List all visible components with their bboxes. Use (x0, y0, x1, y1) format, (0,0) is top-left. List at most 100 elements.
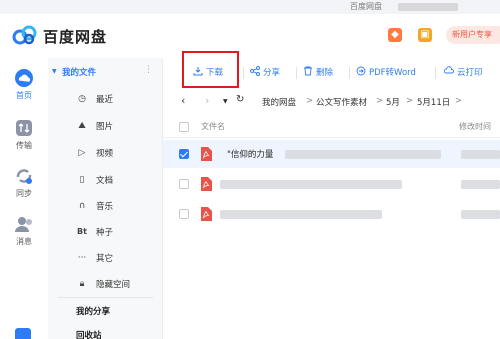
nav-item-label: 图片 (96, 122, 114, 132)
obscured-modified-time (461, 210, 500, 219)
download-label: 下载 (206, 68, 224, 78)
history-dropdown-icon[interactable]: ▼ (223, 98, 228, 105)
breadcrumb-item[interactable]: 公文写作素材 (316, 96, 367, 108)
trash-icon (304, 66, 312, 76)
pdf-to-word-label: PDF转Word (369, 68, 416, 78)
window-title: 百度网盘 (350, 2, 382, 11)
rail-label: 首页 (16, 91, 32, 100)
forward-button[interactable]: › (205, 94, 209, 107)
breadcrumb-item[interactable]: 5月 (386, 96, 400, 108)
pdf-to-word-button[interactable]: PDF转Word (356, 66, 416, 80)
delete-button[interactable]: 删除 (303, 66, 333, 80)
more-icon: ··· (77, 253, 87, 263)
collapse-caret-icon[interactable]: ▼ (52, 68, 57, 75)
column-header-name[interactable]: 文件名 (201, 121, 225, 132)
nav-item-music[interactable]: ∩ 音乐 (48, 195, 162, 217)
rail-label: 消息 (16, 237, 32, 246)
nav-item-label: 种子 (96, 228, 114, 238)
gift-icon[interactable]: ▣ (418, 28, 432, 42)
cloud-home-icon (15, 69, 33, 87)
obscured-filename (220, 180, 402, 189)
nav-item-recent[interactable]: ◷ 最近 (48, 88, 162, 110)
share-icon (250, 66, 260, 76)
rail-label: 传输 (16, 141, 32, 150)
rail-item-home[interactable]: 首页 (0, 68, 48, 101)
file-row[interactable] (163, 170, 500, 198)
download-icon (193, 67, 203, 76)
breadcrumb-separator: > (376, 96, 384, 106)
breadcrumb: ‹ › ▼ ↻ 我的网盘 > 公文写作素材 > 5月 > 5月11日 > (163, 92, 500, 112)
nav-divider (58, 297, 153, 298)
app-shortcut-icon[interactable] (15, 328, 31, 339)
file-row[interactable] (163, 200, 500, 228)
nav-item-images[interactable]: ⛰ 图片 (48, 115, 162, 137)
message-icon (15, 217, 32, 232)
pdf-file-icon (201, 177, 212, 191)
obscured-filename (220, 210, 382, 219)
refresh-icon[interactable]: ↻ (236, 94, 244, 105)
nav-item-torrents[interactable]: Bt 种子 (48, 221, 162, 243)
file-table-header: 文件名 修改时间 (163, 116, 500, 138)
select-all-checkbox[interactable] (179, 122, 189, 132)
document-icon: ▯ (79, 175, 85, 185)
toolbar-divider (243, 67, 244, 79)
nav-item-label: 视频 (96, 149, 114, 159)
video-icon: ▷ (78, 148, 86, 158)
lock-icon: 🔒︎ (79, 279, 85, 289)
transfer-icon (16, 120, 32, 136)
more-options-icon[interactable]: ⋮ (144, 65, 153, 75)
obscured-filename (285, 150, 441, 159)
breadcrumb-item[interactable]: 我的网盘 (262, 96, 296, 108)
sync-icon (16, 169, 32, 184)
obscured-modified-time (461, 150, 500, 159)
bt-icon: Bt (77, 227, 87, 236)
nav-group-my-files[interactable]: 我的文件 (62, 66, 96, 78)
window-titlebar: 百度网盘 (0, 0, 500, 14)
nav-item-other[interactable]: ··· 其它 (48, 247, 162, 269)
column-header-modified[interactable]: 修改时间 (459, 121, 491, 132)
file-toolbar: 下载 分享 删除 PDF转Word 云打印 (163, 51, 500, 88)
row-checkbox[interactable] (179, 209, 189, 219)
cloud-print-label: 云打印 (457, 68, 483, 78)
app-brand-name: 百度网盘 (43, 28, 108, 46)
toolbar-divider (349, 67, 350, 79)
image-icon: ⛰ (78, 121, 86, 131)
pdf-file-icon (201, 147, 212, 161)
cloud-print-icon (444, 66, 454, 74)
new-user-promo-button[interactable]: 新用户专享 (446, 26, 500, 44)
delete-label: 删除 (316, 68, 334, 78)
nav-item-documents[interactable]: ▯ 文档 (48, 169, 162, 191)
back-button[interactable]: ‹ (181, 94, 185, 107)
file-browser: 下载 分享 删除 PDF转Word 云打印 ‹ › ▼ ↻ 我的网盘 > 公文写… (163, 51, 500, 339)
cloud-print-button[interactable]: 云打印 (444, 66, 483, 80)
file-name[interactable]: "信仰的力量 (227, 148, 273, 160)
rail-item-sync[interactable]: 同步 (0, 166, 48, 199)
download-button[interactable]: 下载 (193, 66, 223, 80)
nav-item-label: 音乐 (96, 202, 114, 212)
pdf-file-icon (201, 207, 212, 221)
nav-item-label: 隐藏空间 (96, 280, 131, 290)
breadcrumb-separator: > (406, 96, 414, 106)
rail-label: 同步 (16, 189, 32, 198)
nav-item-videos[interactable]: ▷ 视频 (48, 142, 162, 164)
rail-item-transfer[interactable]: 传输 (0, 118, 48, 151)
row-checkbox[interactable] (179, 149, 189, 159)
breadcrumb-item[interactable]: 5月11日 (417, 96, 450, 108)
nav-item-recycle-bin[interactable]: 回收站 (76, 329, 102, 339)
row-checkbox[interactable] (179, 179, 189, 189)
headphones-icon: ∩ (78, 201, 86, 211)
breadcrumb-separator: > (455, 96, 463, 106)
share-label: 分享 (263, 68, 281, 78)
convert-icon (356, 66, 366, 76)
rail-item-messages[interactable]: 消息 (0, 214, 48, 247)
breadcrumb-separator: > (306, 96, 314, 106)
nav-item-hidden-space[interactable]: 🔒︎ 隐藏空间 (48, 273, 162, 295)
share-button[interactable]: 分享 (250, 66, 280, 80)
game-icon[interactable]: ◆ (388, 28, 402, 42)
nav-item-label: 其它 (96, 254, 114, 264)
file-row[interactable]: "信仰的力量 (163, 140, 500, 168)
clock-icon: ◷ (78, 94, 86, 104)
app-header: 百度网盘 ◆ ▣ 新用户专享 (0, 14, 500, 58)
baidu-netdisk-logo-icon (12, 25, 37, 45)
nav-item-my-share[interactable]: 我的分享 (76, 305, 110, 317)
